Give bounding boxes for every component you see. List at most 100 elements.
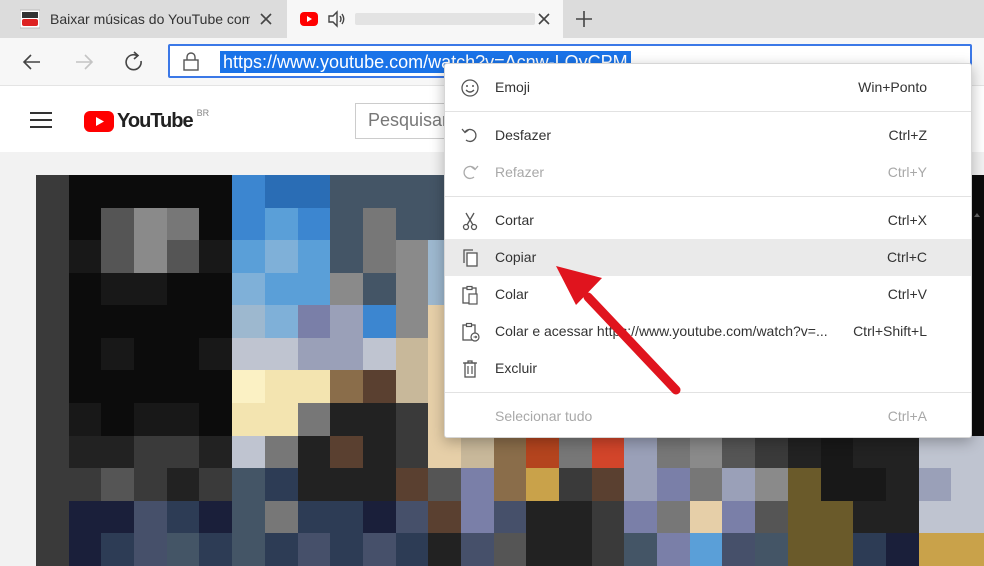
menu-item-copiar[interactable]: Copiar Ctrl+C (445, 239, 971, 276)
video-pixel (395, 403, 429, 436)
video-pixel (199, 533, 233, 566)
video-pixel (787, 500, 821, 534)
video-pixel (591, 468, 625, 501)
video-pixel (199, 272, 233, 306)
tab-active-youtube[interactable] (287, 0, 563, 38)
menu-item-label: Cortar (495, 212, 534, 228)
video-pixel (36, 370, 69, 404)
arrow-right-icon[interactable] (70, 48, 98, 76)
video-pixel (362, 240, 396, 273)
video-pixel (199, 403, 233, 436)
emoji-icon (461, 79, 479, 97)
video-pixel (232, 403, 265, 436)
video-pixel (330, 435, 363, 469)
video-pixel (820, 533, 854, 566)
video-pixel (362, 533, 396, 566)
menu-item-shortcut: Ctrl+V (887, 286, 927, 302)
youtube-logo[interactable]: YouTube BR (84, 108, 210, 133)
video-pixel (134, 240, 167, 273)
youtube-logo-icon (20, 9, 40, 29)
video-pixel (820, 435, 854, 469)
video-pixel (853, 468, 886, 501)
video-pixel (101, 272, 135, 306)
video-pixel (36, 435, 69, 469)
plus-icon[interactable] (570, 6, 598, 32)
video-pixel (362, 207, 396, 241)
video-pixel (918, 468, 952, 501)
video-pixel (559, 500, 592, 534)
youtube-play-icon (84, 110, 114, 132)
undo-icon (461, 128, 477, 143)
menu-separator (445, 392, 971, 393)
video-pixel (362, 435, 396, 469)
video-pixel (134, 272, 167, 306)
video-pixel (264, 272, 298, 306)
video-pixel (199, 240, 233, 273)
video-pixel (101, 370, 135, 404)
menu-separator (445, 111, 971, 112)
menu-item-colar[interactable]: Colar Ctrl+V (445, 276, 971, 313)
video-pixel (166, 435, 200, 469)
video-pixel (264, 435, 298, 469)
video-pixel (395, 305, 429, 338)
menu-item-desfazer[interactable]: Desfazer Ctrl+Z (445, 117, 971, 154)
video-pixel (722, 533, 756, 566)
video-pixel (755, 468, 788, 501)
lock-icon[interactable] (182, 52, 200, 72)
video-pixel (297, 500, 331, 534)
hamburger-icon[interactable] (30, 111, 52, 129)
video-pixel (395, 272, 429, 306)
video-pixel (232, 435, 265, 469)
video-pixel (36, 240, 69, 273)
video-pixel (166, 207, 200, 241)
video-pixel (951, 435, 984, 469)
video-pixel (951, 500, 984, 534)
video-pixel (657, 468, 690, 501)
tab-baixar-musicas[interactable]: Baixar músicas do YouTube com (0, 0, 285, 38)
menu-item-cortar[interactable]: Cortar Ctrl+X (445, 202, 971, 239)
region-label: BR (196, 108, 210, 118)
menu-item-shortcut: Ctrl+C (886, 249, 927, 265)
video-pixel (232, 500, 265, 534)
video-pixel (68, 468, 102, 501)
menu-item-colar[interactable]: Colar e acessar https://www.youtube.com/… (445, 313, 971, 350)
menu-item-excluir[interactable]: Excluir (445, 350, 971, 387)
video-pixel (36, 500, 69, 534)
video-pixel (297, 175, 331, 208)
close-icon[interactable] (535, 10, 553, 28)
video-pixel (68, 175, 102, 208)
video-pixel (297, 468, 331, 501)
video-pixel (820, 500, 854, 534)
video-pixel (297, 337, 331, 371)
video-pixel (395, 533, 429, 566)
arrow-left-icon[interactable] (18, 48, 46, 76)
refresh-icon[interactable] (120, 48, 148, 76)
menu-item-emoji[interactable]: Emoji Win+Ponto (445, 69, 971, 106)
search-input[interactable]: Pesquisar (355, 103, 455, 139)
video-pixel (362, 272, 396, 306)
video-pixel (460, 435, 494, 469)
video-pixel (232, 337, 265, 371)
video-pixel (68, 207, 102, 241)
tab-strip: Baixar músicas do YouTube com (0, 0, 984, 38)
video-pixel (264, 370, 298, 404)
video-pixel (101, 207, 135, 241)
video-pixel (36, 207, 69, 241)
video-pixel (591, 435, 625, 469)
video-pixel (166, 403, 200, 436)
video-pixel (68, 403, 102, 436)
video-pixel (134, 468, 167, 501)
close-icon[interactable] (257, 10, 275, 28)
video-pixel (951, 533, 984, 566)
video-pixel (362, 337, 396, 371)
video-pixel (722, 500, 756, 534)
video-pixel (787, 435, 821, 469)
video-pixel (526, 468, 560, 501)
scroll-arrow-icon[interactable] (972, 210, 982, 220)
video-pixel (755, 435, 788, 469)
video-pixel (820, 468, 854, 501)
video-pixel (68, 240, 102, 273)
video-pixel (101, 468, 135, 501)
speaker-icon[interactable] (327, 10, 347, 28)
video-pixel (36, 337, 69, 371)
